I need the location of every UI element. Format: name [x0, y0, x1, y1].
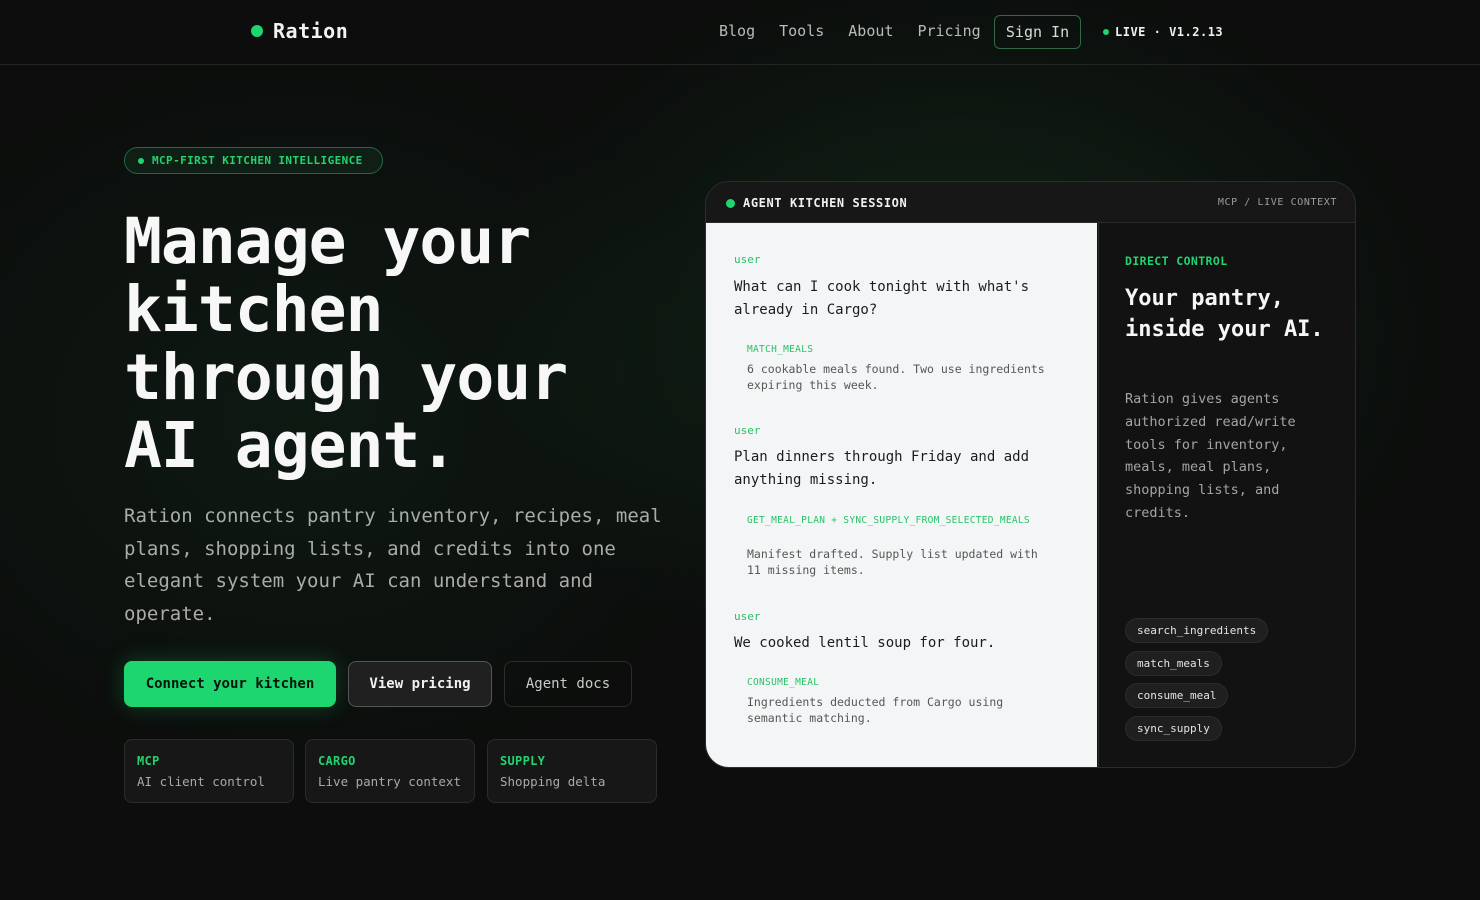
stat-key: CARGO: [318, 754, 356, 768]
nav-link-pricing[interactable]: Pricing: [917, 22, 980, 40]
tool-call-label: CONSUME_MEAL: [747, 677, 820, 688]
top-navigation-bar: Ration Blog Tools About Pricing Sign In …: [0, 0, 1480, 65]
direct-control-heading: Your pantry, inside your AI.: [1125, 286, 1324, 342]
brand-name: Ration: [273, 19, 349, 43]
hero-subtitle: Ration connects pantry inventory, recipe…: [124, 505, 662, 625]
hero-title-line: kitchen: [124, 273, 384, 346]
tool-chip-search-ingredients: search_ingredients: [1125, 618, 1269, 643]
connect-kitchen-button[interactable]: Connect your kitchen: [124, 661, 336, 707]
message-author: user: [734, 253, 761, 266]
direct-control-panel: DIRECT CONTROL Your pantry, inside your …: [1098, 223, 1355, 767]
tool-chip-consume-meal: consume_meal: [1125, 683, 1229, 708]
session-title: AGENT KITCHEN SESSION: [743, 196, 908, 210]
live-version-label: LIVE · V1.2.13: [1115, 25, 1224, 39]
tool-result: 6 cookable meals found. Two use ingredie…: [747, 362, 1045, 392]
chat-transcript: user What can I cook tonight with what's…: [706, 223, 1097, 767]
hero-title: Manage your kitchen through your AI agen…: [124, 208, 684, 480]
nav-link-tools[interactable]: Tools: [779, 22, 824, 40]
nav-link-about[interactable]: About: [848, 22, 893, 40]
stat-key: MCP: [137, 754, 160, 768]
stat-card-cargo: CARGO Live pantry context: [305, 739, 475, 803]
direct-control-label: DIRECT CONTROL: [1125, 254, 1228, 268]
direct-control-body: Ration gives agents authorized read/writ…: [1125, 391, 1296, 521]
view-pricing-button[interactable]: View pricing: [348, 661, 492, 707]
session-context-label: MCP / LIVE CONTEXT: [1217, 197, 1337, 208]
live-status-dot-icon: [1103, 29, 1109, 35]
brand-dot-icon: [251, 25, 263, 37]
tool-call-label: GET_MEAL_PLAN + SYNC_SUPPLY_FROM_SELECTE…: [747, 515, 1030, 526]
stat-value: AI client control: [137, 774, 265, 789]
hero-title-line: AI agent.: [124, 409, 457, 482]
session-status-dot-icon: [726, 198, 735, 208]
hero-title-line: Manage your: [124, 205, 531, 278]
stat-card-supply: SUPPLY Shopping delta: [487, 739, 657, 803]
agent-session-panel: AGENT KITCHEN SESSION MCP / LIVE CONTEXT…: [705, 181, 1356, 768]
tool-chip-match-meals: match_meals: [1125, 651, 1222, 676]
tool-chip-sync-supply: sync_supply: [1125, 716, 1222, 741]
tool-result: Ingredients deducted from Cargo using se…: [747, 695, 1004, 725]
tool-result: Manifest drafted. Supply list updated wi…: [747, 547, 1038, 577]
user-message: We cooked lentil soup for four.: [734, 635, 996, 651]
user-message: Plan dinners through Friday and add anyt…: [734, 449, 1030, 488]
brand-logo[interactable]: Ration: [251, 19, 348, 43]
session-title-group: AGENT KITCHEN SESSION: [726, 196, 907, 210]
message-author: user: [734, 610, 761, 623]
main-nav: Blog Tools About Pricing: [719, 22, 981, 40]
badge-label: MCP-FIRST KITCHEN INTELLIGENCE: [152, 154, 363, 167]
live-version-status: LIVE · V1.2.13: [1103, 25, 1223, 39]
sign-in-button[interactable]: Sign In: [994, 15, 1081, 49]
badge-dot-icon: [138, 157, 144, 164]
tool-call-label: MATCH_MEALS: [747, 344, 814, 355]
stat-value: Live pantry context: [318, 774, 461, 789]
stat-card-mcp: MCP AI client control: [124, 739, 294, 803]
hero-title-line: through your: [124, 341, 568, 414]
stat-key: SUPPLY: [500, 754, 546, 768]
session-header: AGENT KITCHEN SESSION MCP / LIVE CONTEXT: [706, 182, 1355, 223]
user-message: What can I cook tonight with what's alre…: [734, 279, 1030, 318]
agent-docs-button[interactable]: Agent docs: [504, 661, 632, 707]
stat-value: Shopping delta: [500, 774, 606, 789]
nav-link-blog[interactable]: Blog: [719, 22, 755, 40]
message-author: user: [734, 424, 761, 437]
hero-badge: MCP-FIRST KITCHEN INTELLIGENCE: [124, 147, 383, 174]
